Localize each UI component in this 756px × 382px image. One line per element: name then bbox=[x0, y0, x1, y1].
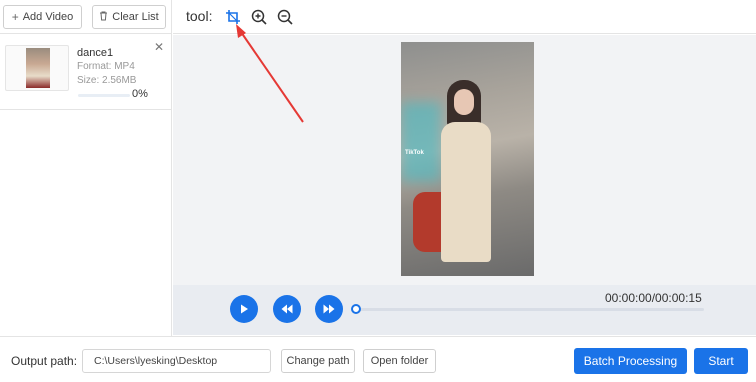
output-path-label: Output path: bbox=[11, 354, 78, 368]
time-display: 00:00:00/00:00:15 bbox=[605, 291, 702, 305]
file-list-toolbar: + Add Video Clear List bbox=[0, 0, 171, 34]
crop-icon[interactable] bbox=[224, 8, 242, 26]
play-icon bbox=[241, 304, 248, 314]
tool-label: tool: bbox=[186, 8, 213, 24]
tool-bar: tool: bbox=[173, 0, 756, 34]
tiktok-watermark: TikTok bbox=[405, 150, 424, 156]
open-folder-button[interactable]: Open folder bbox=[363, 349, 436, 373]
preview-stage: TikTok bbox=[173, 35, 756, 285]
bottom-bar: Output path: Change path Open folder Bat… bbox=[0, 336, 756, 382]
clear-list-label: Clear List bbox=[112, 11, 159, 23]
zoom-out-icon[interactable] bbox=[276, 8, 294, 26]
timeline-handle[interactable] bbox=[351, 304, 361, 314]
file-list-panel: + Add Video Clear List dance1 Format: MP… bbox=[0, 0, 172, 336]
file-progress-bar bbox=[78, 94, 130, 97]
plus-icon: + bbox=[11, 10, 19, 24]
play-button[interactable] bbox=[230, 295, 258, 323]
file-size: Size: 2.56MB bbox=[77, 75, 137, 86]
batch-processing-button[interactable]: Batch Processing bbox=[574, 348, 687, 374]
video-preview[interactable]: TikTok bbox=[401, 42, 534, 276]
rewind-button[interactable] bbox=[273, 295, 301, 323]
fast-forward-icon bbox=[323, 304, 335, 314]
start-button[interactable]: Start bbox=[694, 348, 748, 374]
output-path-input[interactable] bbox=[82, 349, 271, 373]
trash-icon bbox=[99, 11, 108, 23]
video-light bbox=[401, 102, 441, 182]
file-format: Format: MP4 bbox=[77, 61, 135, 72]
add-video-button[interactable]: + Add Video bbox=[3, 5, 82, 29]
thumbnail-image bbox=[26, 48, 50, 88]
add-video-label: Add Video bbox=[22, 11, 74, 23]
rewind-icon bbox=[281, 304, 293, 314]
close-icon[interactable]: ✕ bbox=[154, 40, 164, 54]
player-controls: 00:00:00/00:00:15 bbox=[173, 285, 756, 335]
fast-forward-button[interactable] bbox=[315, 295, 343, 323]
timeline-track[interactable] bbox=[354, 308, 704, 311]
video-person-dress bbox=[441, 122, 491, 262]
zoom-in-icon[interactable] bbox=[250, 8, 268, 26]
video-thumbnail bbox=[5, 45, 69, 91]
file-list-item[interactable]: dance1 Format: MP4 Size: 2.56MB 0% ✕ bbox=[0, 34, 171, 110]
clear-list-button[interactable]: Clear List bbox=[92, 5, 166, 29]
file-name: dance1 bbox=[77, 47, 114, 59]
video-person-face bbox=[454, 89, 474, 115]
change-path-button[interactable]: Change path bbox=[281, 349, 355, 373]
file-progress-text: 0% bbox=[132, 88, 148, 100]
